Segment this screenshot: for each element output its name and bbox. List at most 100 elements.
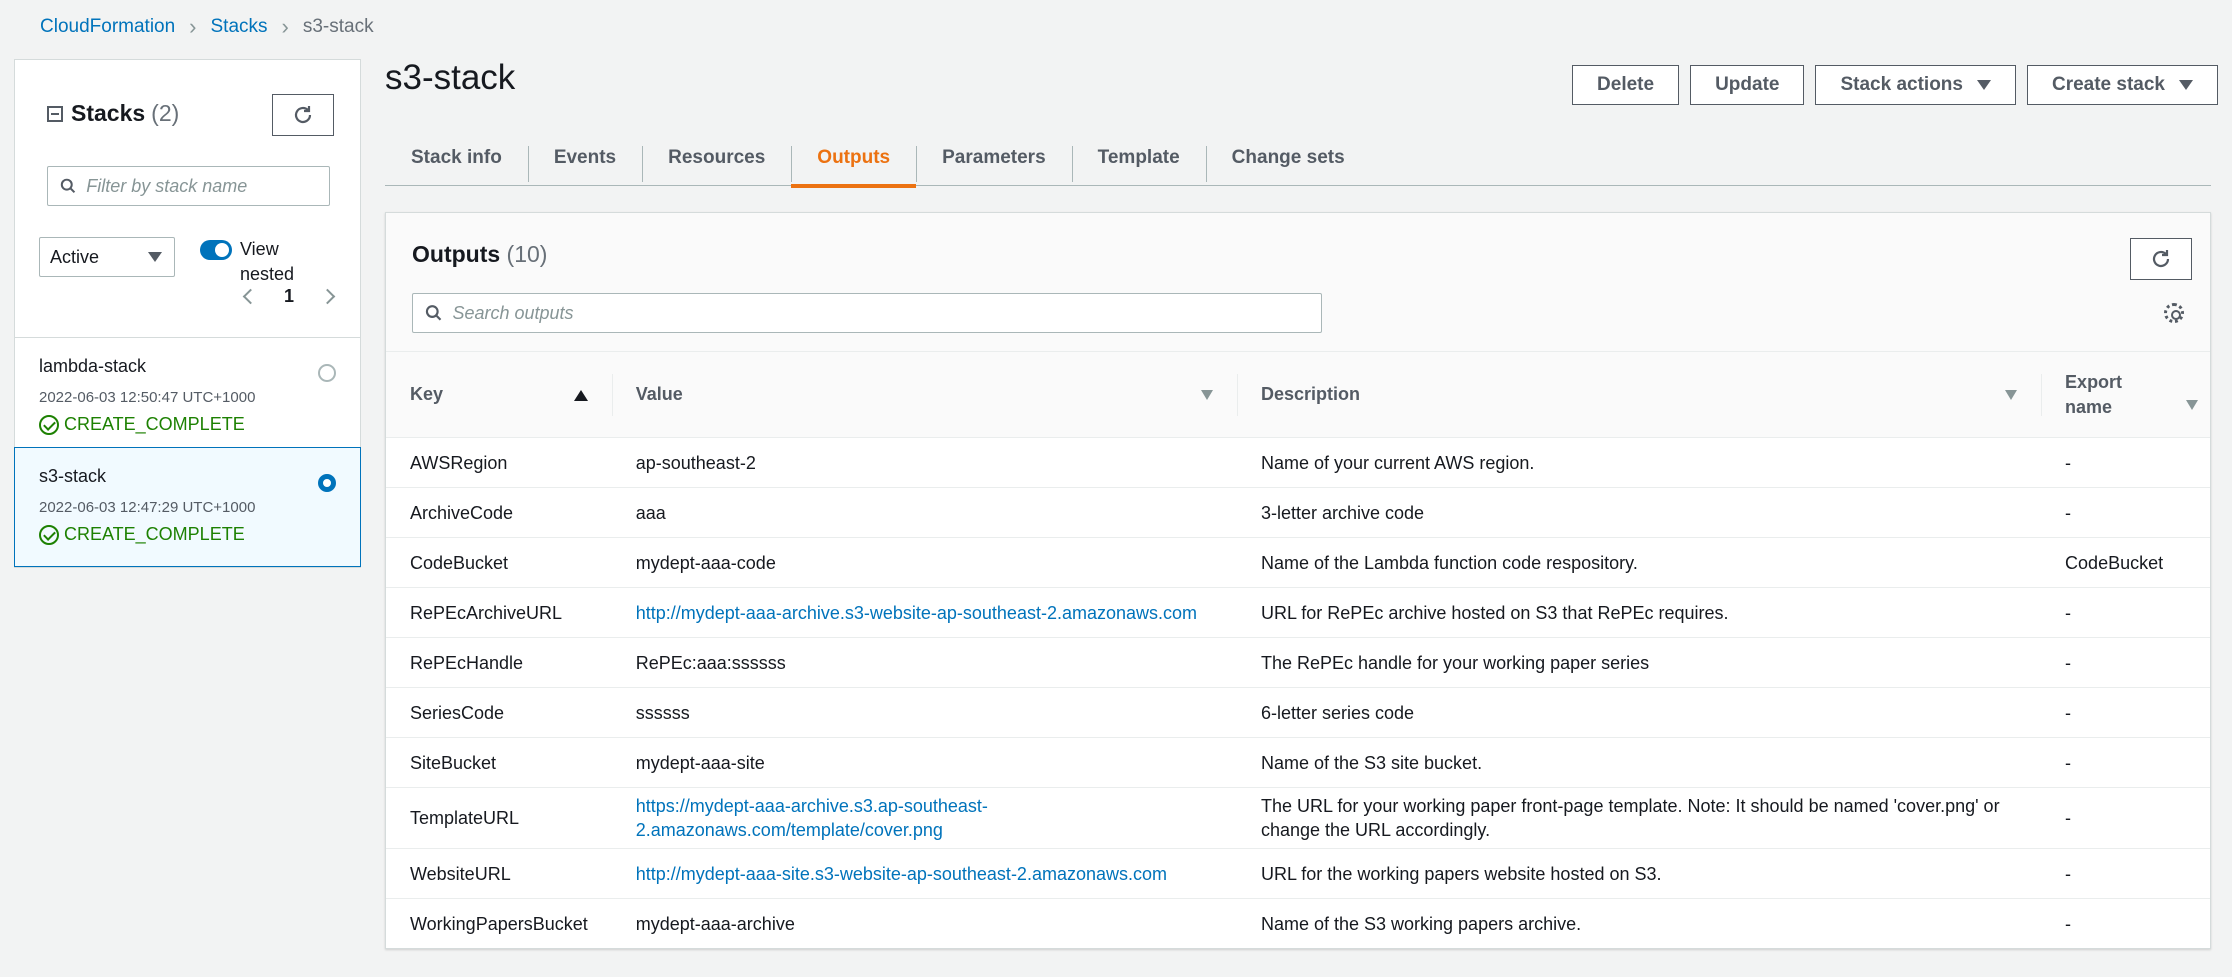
output-description-cell-text: Name of your current AWS region.: [1260, 452, 1535, 473]
check-circle-icon: [39, 414, 59, 435]
breadcrumb-cloudformation-link[interactable]: CloudFormation: [40, 16, 175, 38]
output-export-cell: -: [2041, 848, 2210, 899]
next-page-icon[interactable]: [319, 288, 336, 305]
outputs-header: Outputs (10): [386, 213, 2210, 351]
output-export-cell: -: [2041, 637, 2210, 688]
output-key-cell-text: WebsiteURL: [410, 863, 511, 884]
output-value-cell: ssssss: [611, 687, 1237, 738]
tab-change-sets[interactable]: Change sets: [1205, 130, 1371, 186]
output-export-cell-text: CodeBucket: [2065, 552, 2164, 573]
outputs-table: Key Value Description Export name AWSReg…: [386, 351, 2210, 949]
output-value-cell-text: ssssss: [635, 702, 690, 723]
output-export-cell-text: -: [2065, 913, 2072, 934]
output-value-cell-text: mydept-aaa-site: [635, 752, 765, 773]
create-stack-dropdown[interactable]: Create stack: [2026, 65, 2218, 105]
sort-icon: [1200, 390, 1213, 400]
stack-filter-input[interactable]: [86, 175, 329, 197]
collapse-icon[interactable]: [47, 105, 63, 122]
tab-outputs[interactable]: Outputs: [791, 130, 916, 188]
output-key-cell: WorkingPapersBucket: [386, 899, 612, 949]
output-description-cell: URL for RePEc archive hosted on S3 that …: [1236, 587, 2042, 638]
output-description-cell-text: URL for the working papers website hoste…: [1260, 863, 1662, 884]
output-value-link[interactable]: http://mydept-aaa-archive.s3-website-ap-…: [636, 603, 1197, 623]
output-description-cell-text: Name of the S3 site bucket.: [1260, 752, 1483, 773]
output-description-cell-text: 6-letter series code: [1260, 702, 1415, 723]
view-nested-toggle[interactable]: [200, 240, 232, 260]
sort-icon: [2005, 390, 2018, 400]
sort-ascending-icon: [573, 390, 588, 401]
caret-down-icon: [1976, 80, 1991, 90]
output-key-cell-text: TemplateURL: [410, 808, 520, 828]
column-header-export-name[interactable]: Export name: [2041, 351, 2210, 438]
output-value-cell: http://mydept-aaa-archive.s3-website-ap-…: [611, 587, 1237, 638]
output-value-cell-text: aaa: [635, 502, 666, 523]
status-filter-select[interactable]: Active: [39, 237, 175, 277]
chevron-right-icon: ›: [281, 14, 289, 39]
output-key-cell-text: RePEcHandle: [410, 652, 524, 673]
output-export-cell-text: -: [2065, 602, 2072, 623]
output-key-cell: TemplateURL: [386, 787, 612, 849]
stack-list-item[interactable]: lambda-stack 2022-06-03 12:50:47 UTC+100…: [15, 337, 360, 457]
gear-icon[interactable]: [2164, 303, 2184, 323]
stack-status-text: CREATE_COMPLETE: [64, 414, 245, 434]
output-value-link[interactable]: https://mydept-aaa-archive.s3.ap-southea…: [636, 796, 988, 840]
breadcrumb-current: s3-stack: [302, 16, 374, 37]
stack-name[interactable]: s3-stack: [39, 466, 336, 487]
update-button[interactable]: Update: [1690, 65, 1805, 105]
output-key-cell: RePEcHandle: [386, 637, 612, 688]
current-page-number[interactable]: 1: [284, 286, 294, 307]
output-value-cell-text: ap-southeast-2: [635, 452, 756, 473]
column-header-key[interactable]: Key: [386, 351, 612, 438]
output-value-cell: mydept-aaa-code: [611, 537, 1237, 588]
output-value-cell: mydept-aaa-site: [611, 737, 1237, 788]
output-key-cell: SeriesCode: [386, 687, 612, 738]
stacks-panel-header: Stacks (2): [47, 100, 179, 127]
outputs-search: [412, 293, 1322, 333]
output-key-cell: RePEcArchiveURL: [386, 587, 612, 638]
search-icon: [60, 178, 76, 194]
tab-events[interactable]: Events: [527, 130, 642, 186]
output-export-cell: -: [2041, 587, 2210, 638]
tab-template[interactable]: Template: [1071, 130, 1206, 186]
output-export-cell-text: -: [2065, 702, 2072, 723]
output-value-cell: https://mydept-aaa-archive.s3.ap-southea…: [611, 787, 1237, 849]
output-value-cell: http://mydept-aaa-site.s3-website-ap-sou…: [611, 848, 1237, 899]
tab-stack-info[interactable]: Stack info: [385, 130, 528, 186]
refresh-stacks-button[interactable]: [272, 94, 334, 136]
output-export-cell-text: -: [2065, 502, 2072, 523]
stack-select-radio[interactable]: [318, 364, 336, 382]
sort-icon: [2186, 400, 2198, 410]
previous-page-icon[interactable]: [242, 288, 259, 305]
chevron-right-icon: ›: [189, 14, 197, 39]
stack-actions-dropdown[interactable]: Stack actions: [1815, 65, 2016, 105]
stack-select-radio[interactable]: [318, 474, 336, 492]
outputs-title-text: Outputs: [412, 241, 501, 267]
output-description-cell: Name of the S3 site bucket.: [1236, 737, 2042, 788]
output-description-cell-text: Name of the Lambda function code resposi…: [1260, 552, 1638, 573]
output-value-cell: ap-southeast-2: [611, 437, 1237, 488]
outputs-search-input[interactable]: [452, 302, 1321, 324]
output-description-cell-text: 3-letter archive code: [1260, 502, 1425, 523]
breadcrumb-stacks-link[interactable]: Stacks: [211, 16, 268, 38]
output-description-cell-text: The RePEc handle for your working paper …: [1260, 652, 1650, 673]
output-description-cell: Name of your current AWS region.: [1236, 437, 2042, 488]
stack-status: CREATE_COMPLETE: [39, 524, 336, 545]
output-value-link[interactable]: http://mydept-aaa-site.s3-website-ap-sou…: [636, 864, 1167, 884]
refresh-outputs-button[interactable]: [2130, 238, 2192, 280]
output-description-cell: The RePEc handle for your working paper …: [1236, 637, 2042, 688]
tab-resources[interactable]: Resources: [642, 130, 791, 186]
delete-button[interactable]: Delete: [1572, 65, 1680, 105]
stack-list-item[interactable]: s3-stack 2022-06-03 12:47:29 UTC+1000 CR…: [14, 447, 361, 567]
stack-status-text: CREATE_COMPLETE: [64, 524, 245, 544]
output-description-cell: The URL for your working paper front-pag…: [1236, 787, 2042, 849]
stack-name[interactable]: lambda-stack: [39, 356, 336, 377]
output-description-cell: Name of the Lambda function code resposi…: [1236, 537, 2042, 588]
output-key-cell: WebsiteURL: [386, 848, 612, 899]
stacks-count: (2): [151, 100, 180, 126]
output-export-cell-text: -: [2065, 808, 2072, 828]
output-description-cell: 3-letter archive code: [1236, 487, 2042, 538]
tab-parameters[interactable]: Parameters: [916, 130, 1072, 186]
column-header-value[interactable]: Value: [611, 351, 1237, 438]
column-header-description[interactable]: Description: [1236, 351, 2042, 438]
output-export-cell: -: [2041, 899, 2210, 949]
